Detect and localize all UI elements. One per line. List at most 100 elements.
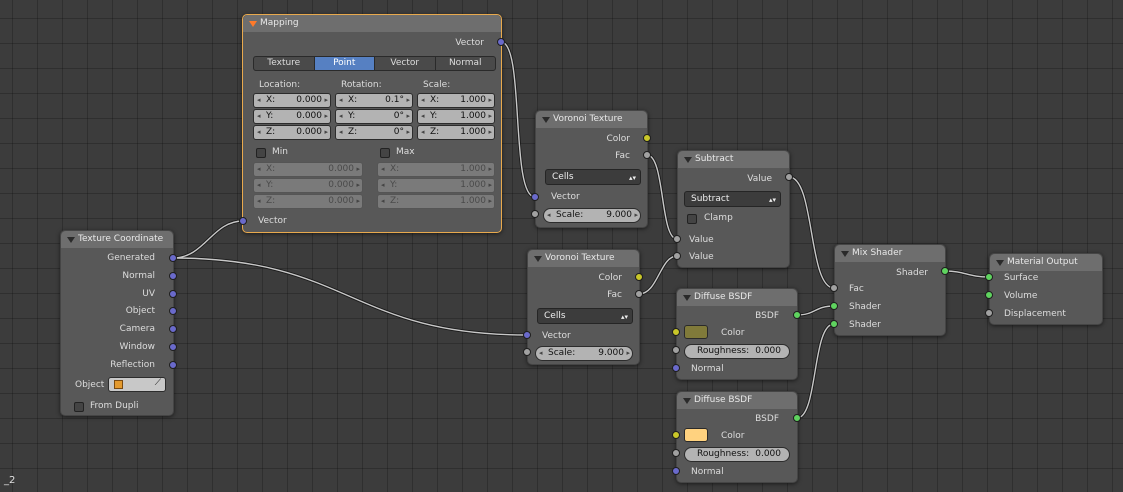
voronoi2-fac-socket[interactable]	[635, 290, 643, 298]
increment-arrow-icon[interactable]: ▸	[626, 347, 630, 360]
math-operation-dropdown[interactable]: Subtract ▴▾	[684, 191, 781, 207]
decrement-arrow-icon[interactable]: ◂	[421, 110, 425, 123]
socket-reflection[interactable]	[169, 361, 177, 369]
decrement-arrow-icon[interactable]: ◂	[257, 195, 261, 208]
subtract-input-socket-1[interactable]	[673, 235, 681, 243]
max-checkbox[interactable]	[380, 148, 390, 158]
roughness-field[interactable]: Roughness: 0.000	[684, 344, 790, 359]
mix-output-socket[interactable]	[941, 267, 949, 275]
output-displacement-socket[interactable]	[985, 309, 993, 317]
location-y-field[interactable]: ◂ Y: 0.000 ▸	[253, 109, 331, 124]
decrement-arrow-icon[interactable]: ◂	[257, 163, 261, 176]
increment-arrow-icon[interactable]: ▸	[406, 126, 410, 139]
tab-vector[interactable]: Vector	[374, 56, 436, 71]
increment-arrow-icon[interactable]: ▸	[356, 179, 360, 192]
increment-arrow-icon[interactable]: ▸	[406, 110, 410, 123]
voronoi2-color-socket[interactable]	[635, 273, 643, 281]
scale-y-field[interactable]: ◂ Y: 1.000 ▸	[417, 109, 495, 124]
decrement-arrow-icon[interactable]: ◂	[539, 347, 543, 360]
socket-uv[interactable]	[169, 290, 177, 298]
subtract-input-socket-2[interactable]	[673, 252, 681, 260]
socket-window[interactable]	[169, 343, 177, 351]
node-header[interactable]: Mix Shader	[835, 245, 945, 262]
max-x-field[interactable]: ◂ X: 1.000 ▸	[377, 162, 495, 177]
diffuse1-color-socket[interactable]	[672, 328, 680, 336]
mapping-input-vector-socket[interactable]	[239, 217, 247, 225]
decrement-arrow-icon[interactable]: ◂	[257, 179, 261, 192]
diffuse2-bsdf-socket[interactable]	[793, 414, 801, 422]
voronoi1-color-socket[interactable]	[643, 134, 651, 142]
diffuse1-bsdf-socket[interactable]	[793, 311, 801, 319]
material-output-node[interactable]: Material Output Surface Volume Displacem…	[989, 253, 1103, 325]
decrement-arrow-icon[interactable]: ◂	[257, 94, 261, 107]
from-dupli-checkbox[interactable]	[74, 402, 84, 412]
min-y-field[interactable]: ◂ Y: 0.000 ▸	[253, 178, 363, 193]
tab-texture[interactable]: Texture	[253, 56, 315, 71]
mix-fac-socket[interactable]	[830, 284, 838, 292]
voronoi1-fac-socket[interactable]	[643, 151, 651, 159]
diffuse2-roughness-socket[interactable]	[672, 449, 680, 457]
tab-point[interactable]: Point	[313, 56, 375, 71]
max-z-field[interactable]: ◂ Z: 1.000 ▸	[377, 194, 495, 209]
min-z-field[interactable]: ◂ Z: 0.000 ▸	[253, 194, 363, 209]
diffuse1-normal-socket[interactable]	[672, 364, 680, 372]
increment-arrow-icon[interactable]: ▸	[324, 126, 328, 139]
voronoi-mode-dropdown[interactable]: Cells ▴▾	[537, 308, 633, 324]
increment-arrow-icon[interactable]: ▸	[488, 163, 492, 176]
output-surface-socket[interactable]	[985, 273, 993, 281]
increment-arrow-icon[interactable]: ▸	[356, 195, 360, 208]
diffuse-bsdf-node-1[interactable]: Diffuse BSDF BSDF Color Roughness: 0.000 …	[676, 288, 798, 380]
increment-arrow-icon[interactable]: ▸	[406, 94, 410, 107]
min-checkbox[interactable]	[256, 148, 266, 158]
eyedropper-icon[interactable]: ⟋	[155, 378, 161, 388]
diffuse1-roughness-socket[interactable]	[672, 346, 680, 354]
node-header[interactable]: Material Output	[990, 254, 1102, 271]
node-header[interactable]: Subtract	[678, 151, 789, 168]
increment-arrow-icon[interactable]: ▸	[488, 179, 492, 192]
voronoi1-scale-socket[interactable]	[531, 210, 539, 218]
location-z-field[interactable]: ◂ Z: 0.000 ▸	[253, 125, 331, 140]
node-header[interactable]: Texture Coordinate	[61, 231, 173, 248]
diffuse-bsdf-node-2[interactable]: Diffuse BSDF BSDF Color Roughness: 0.000 …	[676, 391, 798, 483]
socket-generated[interactable]	[169, 254, 177, 262]
clamp-checkbox[interactable]	[687, 214, 697, 224]
node-header[interactable]: Diffuse BSDF	[677, 289, 797, 306]
socket-camera[interactable]	[169, 325, 177, 333]
increment-arrow-icon[interactable]: ▸	[488, 94, 492, 107]
increment-arrow-icon[interactable]: ▸	[488, 110, 492, 123]
decrement-arrow-icon[interactable]: ◂	[381, 179, 385, 192]
scale-z-field[interactable]: ◂ Z: 1.000 ▸	[417, 125, 495, 140]
decrement-arrow-icon[interactable]: ◂	[339, 94, 343, 107]
node-header[interactable]: Diffuse BSDF	[677, 392, 797, 409]
decrement-arrow-icon[interactable]: ◂	[421, 126, 425, 139]
rotation-x-field[interactable]: ◂ X: 0.1° ▸	[335, 93, 413, 108]
texture-coordinate-node[interactable]: Texture Coordinate Generated Normal UV O…	[60, 230, 174, 416]
voronoi-texture-node-1[interactable]: Voronoi Texture Color Fac Cells ▴▾ Vector…	[535, 110, 648, 228]
location-x-field[interactable]: ◂ X: 0.000 ▸	[253, 93, 331, 108]
rotation-y-field[interactable]: ◂ Y: 0° ▸	[335, 109, 413, 124]
scale-x-field[interactable]: ◂ X: 1.000 ▸	[417, 93, 495, 108]
node-header[interactable]: Mapping	[243, 15, 501, 32]
voronoi2-scale-socket[interactable]	[523, 348, 531, 356]
decrement-arrow-icon[interactable]: ◂	[421, 94, 425, 107]
decrement-arrow-icon[interactable]: ◂	[381, 195, 385, 208]
increment-arrow-icon[interactable]: ▸	[324, 94, 328, 107]
subtract-output-socket[interactable]	[785, 173, 793, 181]
mix-shader1-socket[interactable]	[830, 302, 838, 310]
decrement-arrow-icon[interactable]: ◂	[381, 163, 385, 176]
output-volume-socket[interactable]	[985, 291, 993, 299]
voronoi2-vector-socket[interactable]	[523, 331, 531, 339]
increment-arrow-icon[interactable]: ▸	[324, 110, 328, 123]
diffuse2-color-socket[interactable]	[672, 431, 680, 439]
subtract-math-node[interactable]: Subtract Value Subtract ▴▾ Clamp Value Va…	[677, 150, 790, 268]
diffuse-color-swatch[interactable]	[684, 428, 708, 442]
diffuse-color-swatch[interactable]	[684, 325, 708, 339]
decrement-arrow-icon[interactable]: ◂	[547, 209, 551, 222]
voronoi-mode-dropdown[interactable]: Cells ▴▾	[545, 169, 641, 185]
rotation-z-field[interactable]: ◂ Z: 0° ▸	[335, 125, 413, 140]
node-header[interactable]: Voronoi Texture	[536, 111, 647, 128]
node-header[interactable]: Voronoi Texture	[528, 250, 639, 267]
max-y-field[interactable]: ◂ Y: 1.000 ▸	[377, 178, 495, 193]
socket-object[interactable]	[169, 307, 177, 315]
increment-arrow-icon[interactable]: ▸	[488, 195, 492, 208]
